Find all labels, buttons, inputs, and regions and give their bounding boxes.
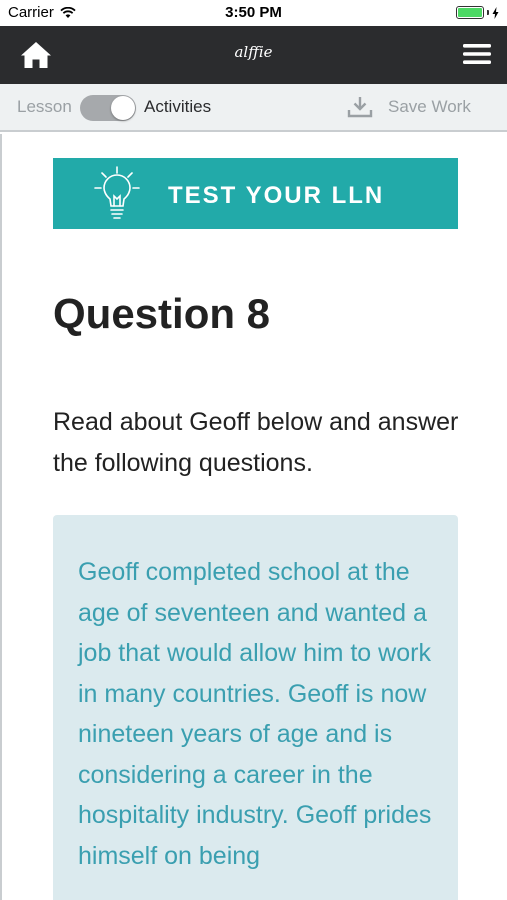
test-your-lln-banner: TEST YOUR LLN: [53, 158, 458, 229]
reading-passage-box: Geoff completed school at the age of sev…: [53, 515, 458, 900]
app-title: alffie: [234, 43, 273, 61]
battery-indicator: [456, 6, 499, 19]
lesson-toolbar: Lesson Activities Save Work: [0, 84, 507, 132]
lightbulb-icon: [94, 166, 140, 219]
question-title: Question 8: [53, 290, 271, 337]
app-navbar: alffie: [0, 26, 507, 84]
status-bar: Carrier 3:50 PM: [0, 0, 507, 26]
banner-title: TEST YOUR LLN: [168, 182, 385, 209]
battery-icon: [456, 6, 484, 19]
home-icon: [21, 42, 51, 68]
home-button[interactable]: [20, 40, 52, 70]
charging-bolt-icon: [492, 6, 499, 19]
lesson-content[interactable]: TEST YOUR LLN Question 8 Read about Geof…: [0, 134, 507, 900]
lesson-label[interactable]: Lesson: [17, 97, 72, 117]
battery-cap: [487, 10, 489, 15]
hamburger-menu-icon: [463, 44, 491, 64]
reading-passage-text: Geoff completed school at the age of sev…: [78, 558, 432, 870]
battery-fill: [458, 8, 482, 17]
lesson-activities-toggle[interactable]: [80, 95, 136, 121]
status-time: 3:50 PM: [225, 4, 282, 21]
save-work-button[interactable]: Save Work: [388, 97, 471, 117]
menu-button[interactable]: [463, 42, 491, 66]
toggle-knob: [111, 96, 135, 120]
question-instructions: Read about Geoff below and answer the fo…: [53, 408, 459, 477]
activities-label[interactable]: Activities: [144, 97, 211, 117]
download-icon[interactable]: [347, 96, 373, 118]
